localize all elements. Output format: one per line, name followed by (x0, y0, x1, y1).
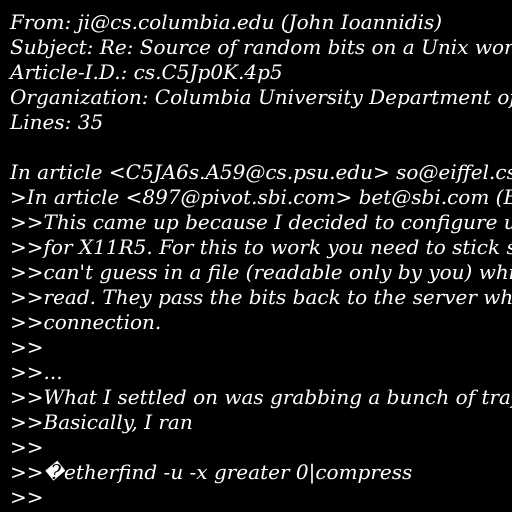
quoted-body-line: >> (10, 435, 44, 459)
terminal-viewport: From: ji@cs.columbia.edu (John Ioannidis… (0, 0, 512, 512)
quoted-attribution-line: >In article <897@pivot.sbi.com> bet@sbi.… (10, 185, 512, 209)
quoted-body-line: >>What I settled on was grabbing a bunch… (10, 385, 512, 409)
quoted-body-line: >>for X11R5. For this to work you need t… (10, 235, 512, 259)
quoted-body-line: >>Basically, I ran (10, 410, 193, 434)
article-text: From: ji@cs.columbia.edu (John Ioannidis… (10, 10, 512, 510)
quoted-body-line: >>can't guess in a file (readable only b… (10, 260, 512, 284)
header-subject: Subject: Re: Source of random bits on a … (10, 35, 512, 59)
attribution-line: In article <C5JA6s.A59@cs.psu.edu> so@ei… (10, 160, 512, 184)
quoted-body-line: >>... (10, 360, 63, 384)
header-organization: Organization: Columbia University Depart… (10, 85, 512, 109)
quoted-body-line: >> (10, 485, 44, 509)
blank-line (10, 135, 512, 160)
quoted-body-line: >>connection. (10, 310, 162, 334)
header-from: From: ji@cs.columbia.edu (John Ioannidis… (10, 10, 443, 34)
quoted-body-line: >> (10, 335, 44, 359)
header-article-id: Article-I.D.: cs.C5Jp0K.4p5 (10, 60, 283, 84)
quoted-command-line: >>�etherfind -u -x greater 0|compress (10, 460, 413, 484)
quoted-body-line: >>read. They pass the bits back to the s… (10, 285, 512, 309)
header-lines: Lines: 35 (10, 110, 104, 134)
quoted-body-line: >>This came up because I decided to conf… (10, 210, 512, 234)
